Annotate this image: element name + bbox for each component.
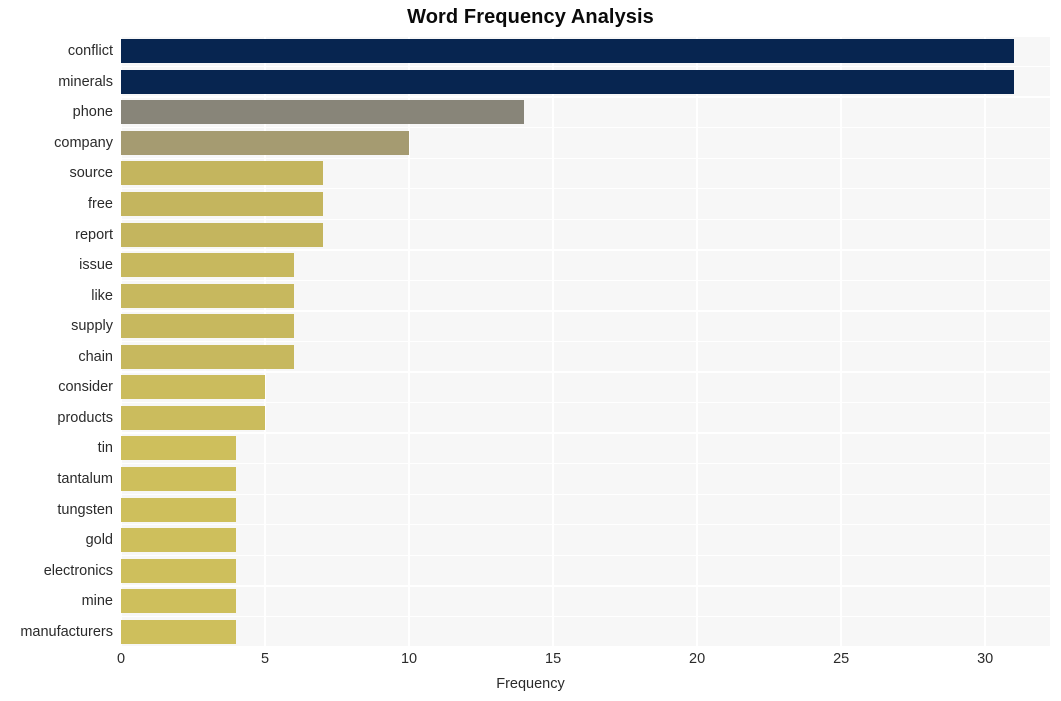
x-axis-title: Frequency [496,676,565,692]
x-tick-label: 25 [833,651,850,667]
x-tick-label: 30 [977,651,994,667]
x-tick-label: 15 [545,651,562,667]
x-tick-label: 10 [400,651,418,667]
x-tick-label: 5 [260,651,270,667]
x-axis-tick-labels: 0 5 10 15 20 25 30 [0,0,1061,701]
word-frequency-bar-chart: Word Frequency Analysis conflict minerals… [0,0,1061,701]
x-tick-label: 0 [116,651,126,667]
x-tick-label: 20 [689,651,706,667]
